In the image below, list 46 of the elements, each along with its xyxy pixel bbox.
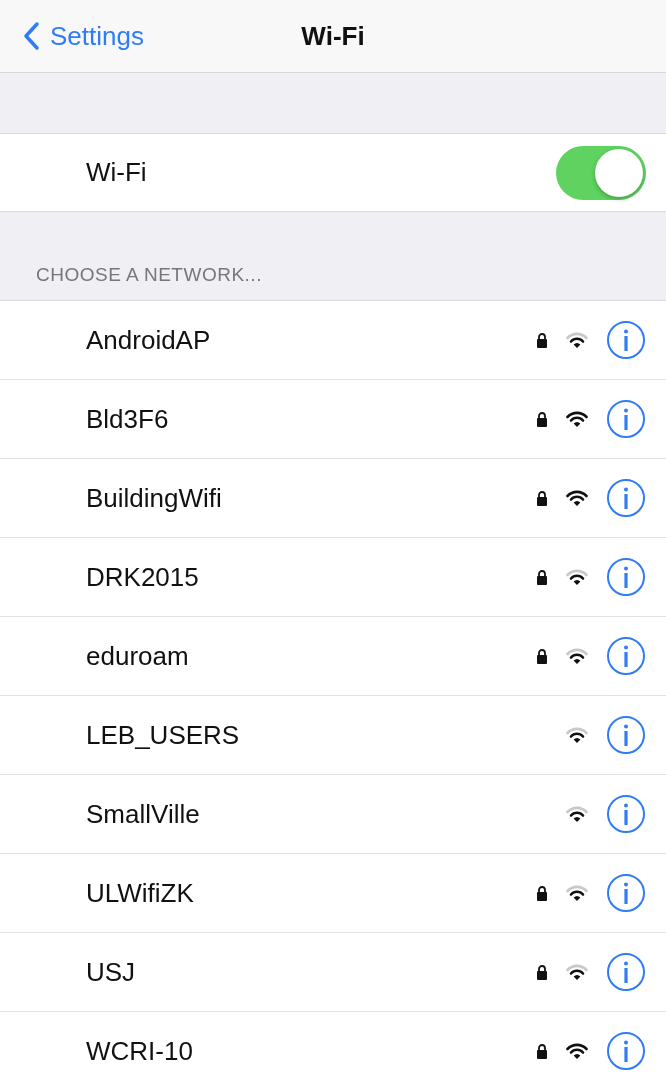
info-button[interactable] [606,715,646,755]
back-button[interactable]: Settings [0,20,144,52]
network-row[interactable]: Bld3F6 [0,380,666,459]
network-row[interactable]: ULWifiZK [0,854,666,933]
network-name: Bld3F6 [86,403,169,435]
info-button[interactable] [606,399,646,439]
network-name: DRK2015 [86,561,199,593]
info-button[interactable] [606,478,646,518]
network-row[interactable]: eduroam [0,617,666,696]
network-name: LEB_USERS [86,719,240,751]
network-row[interactable]: DRK2015 [0,538,666,617]
network-row[interactable]: SmallVille [0,775,666,854]
network-row[interactable]: BuildingWifi [0,459,666,538]
network-name: BuildingWifi [86,482,222,514]
info-button[interactable] [606,636,646,676]
network-row[interactable]: USJ [0,933,666,1012]
info-icon [606,1031,646,1071]
network-name: ULWifiZK [86,877,194,909]
info-icon [606,715,646,755]
wifi-toggle[interactable] [556,145,646,200]
network-row[interactable]: LEB_USERS [0,696,666,775]
network-row[interactable]: WCRI-10 [0,1012,666,1074]
network-name: SmallVille [86,798,200,830]
section-header: CHOOSE A NETWORK... [36,264,262,286]
network-name: USJ [86,956,136,988]
info-button[interactable] [606,873,646,913]
info-icon [606,399,646,439]
network-name: WCRI-10 [86,1035,193,1067]
info-button[interactable] [606,320,646,360]
wifi-label: Wi-Fi [86,157,147,188]
info-button[interactable] [606,557,646,597]
info-icon [606,873,646,913]
info-icon [606,557,646,597]
info-icon [606,320,646,360]
info-icon [606,636,646,676]
network-name: eduroam [86,640,189,672]
info-icon [606,478,646,518]
screen-title: Wi-Fi [301,20,365,52]
info-icon [606,794,646,834]
network-row[interactable]: AndroidAP [0,301,666,380]
info-icon [606,952,646,992]
info-button[interactable] [606,952,646,992]
info-button[interactable] [606,1031,646,1071]
chevron-left-icon [22,21,40,51]
network-name: AndroidAP [86,324,211,356]
info-button[interactable] [606,794,646,834]
